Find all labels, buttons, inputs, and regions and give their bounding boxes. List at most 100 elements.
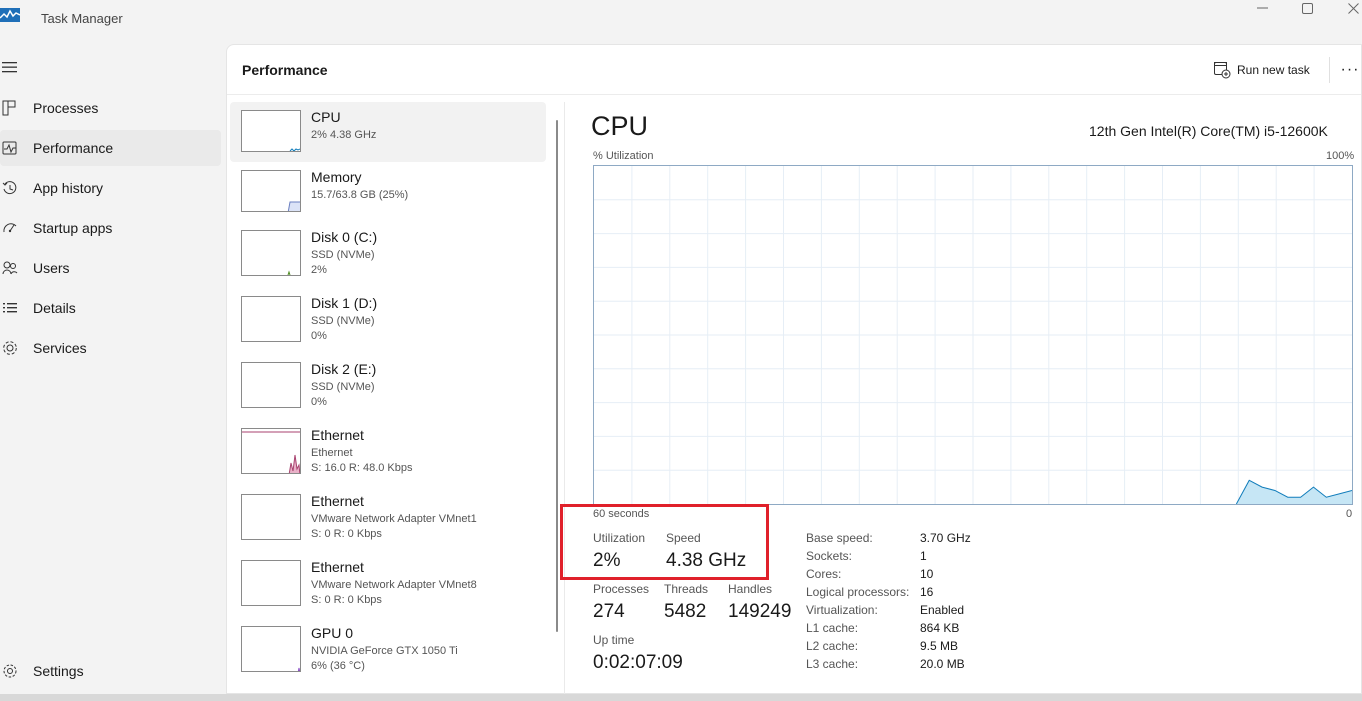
resource-detail: SSD (NVMe)	[311, 315, 375, 327]
memory-mini-graph	[287, 201, 300, 211]
main-panel: Performance Run new task ··· CPU 2% 4.38…	[226, 44, 1362, 694]
max-axis-label: 100%	[1326, 150, 1355, 162]
cpu-mini-graph	[289, 148, 300, 151]
resource-detail: 15.7/63.8 GB (25%)	[311, 189, 409, 201]
resource-name: Ethernet	[311, 493, 364, 509]
more-options-button[interactable]: ···	[1339, 59, 1361, 81]
minimize-button[interactable]	[1239, 0, 1285, 16]
resource-item-cpu[interactable]: CPU 2% 4.38 GHz	[230, 102, 546, 162]
spec-key: L2 cache:	[806, 639, 859, 653]
resource-value: S: 0 R: 0 Kbps	[311, 528, 382, 540]
spec-value: 9.5 MB	[920, 639, 959, 653]
nav-item-processes[interactable]: Processes	[0, 90, 221, 126]
app-title: Task Manager	[41, 11, 123, 26]
title-bar: Task Manager	[0, 0, 1362, 40]
resource-item-gpu-0[interactable]: GPU 0 NVIDIA GeForce GTX 1050 Ti 6% (36 …	[230, 618, 546, 678]
spec-value: 10	[920, 567, 934, 581]
nav-item-performance[interactable]: Performance	[0, 130, 221, 166]
uptime-label: Up time	[593, 633, 635, 647]
ethernet-thumbnail-graph	[241, 428, 301, 474]
nav-item-services[interactable]: Services	[0, 330, 221, 366]
gpu-mini-graph	[297, 667, 300, 671]
cpu-utilization-graph	[593, 165, 1353, 505]
resource-item-ethernet[interactable]: Ethernet Ethernet S: 16.0 R: 48.0 Kbps	[230, 420, 546, 480]
nav-item-settings[interactable]: Settings	[0, 653, 221, 689]
gpu-thumbnail-graph	[241, 626, 301, 672]
nav-item-label: Users	[33, 260, 70, 276]
spec-key: Sockets:	[806, 549, 853, 563]
spec-key: Virtualization:	[806, 603, 878, 617]
maximize-button[interactable]	[1284, 0, 1330, 16]
close-button[interactable]	[1330, 0, 1362, 16]
spec-key: Base speed:	[806, 531, 873, 545]
resource-item-disk-0[interactable]: Disk 0 (C:) SSD (NVMe) 2%	[230, 222, 546, 282]
utilization-axis-label: % Utilization	[593, 150, 654, 162]
cpu-graph-svg	[594, 166, 1353, 505]
gear-icon	[3, 664, 17, 678]
resource-item-ethernet-vmnet1[interactable]: Ethernet VMware Network Adapter VMnet1 S…	[230, 486, 546, 546]
nav-item-details[interactable]: Details	[0, 290, 221, 326]
memory-thumbnail-graph	[241, 170, 301, 212]
resource-name: GPU 0	[311, 625, 354, 641]
resource-detail: SSD (NVMe)	[311, 249, 375, 261]
run-new-task-button[interactable]: Run new task	[1213, 59, 1310, 81]
resource-value: 2%	[311, 264, 327, 276]
resource-name: Ethernet	[311, 427, 364, 443]
startup-icon	[3, 223, 17, 233]
close-icon	[1347, 2, 1359, 14]
spec-key: L3 cache:	[806, 657, 859, 671]
resource-detail: VMware Network Adapter VMnet1	[311, 513, 477, 525]
processes-label: Processes	[593, 582, 650, 596]
taskbar-edge	[0, 694, 1362, 701]
handles-label: Handles	[728, 582, 773, 596]
resource-item-disk-2[interactable]: Disk 2 (E:) SSD (NVMe) 0%	[230, 354, 546, 414]
nav-item-app-history[interactable]: App history	[0, 170, 221, 206]
resource-detail: VMware Network Adapter VMnet8	[311, 579, 477, 591]
cpu-model-name: 12th Gen Intel(R) Core(TM) i5-12600K	[1089, 123, 1328, 139]
details-icon	[3, 303, 17, 313]
threads-value: 5482	[664, 601, 707, 622]
utilization-area	[1236, 480, 1352, 504]
performance-icon	[2, 141, 17, 155]
spec-value: 20.0 MB	[920, 657, 965, 671]
resource-detail: SSD (NVMe)	[311, 381, 375, 393]
nav-item-label: Startup apps	[33, 220, 113, 236]
more-options-icon: ···	[1340, 61, 1360, 78]
nav-item-label: Details	[33, 300, 76, 316]
resource-detail: Ethernet	[311, 447, 353, 459]
highlight-annotation	[560, 504, 769, 580]
disk0-mini-graph	[287, 270, 291, 275]
spec-value: 1	[920, 549, 927, 563]
resource-item-disk-1[interactable]: Disk 1 (D:) SSD (NVMe) 0%	[230, 288, 546, 348]
resource-name: Memory	[311, 169, 362, 185]
vmnet1-thumbnail-graph	[241, 494, 301, 540]
processes-icon	[2, 100, 16, 116]
processes-value: 274	[593, 601, 625, 622]
threads-label: Threads	[664, 582, 709, 596]
spec-value: 3.70 GHz	[920, 531, 971, 545]
resource-name: CPU	[311, 109, 341, 125]
vmnet8-thumbnail-graph	[241, 560, 301, 606]
resource-value: S: 16.0 R: 48.0 Kbps	[311, 462, 413, 474]
panel-divider	[564, 102, 565, 694]
hamburger-menu-icon[interactable]	[2, 59, 20, 75]
resource-name: Disk 1 (D:)	[311, 295, 378, 311]
resource-detail: NVIDIA GeForce GTX 1050 Ti	[311, 645, 458, 657]
nav-item-startup-apps[interactable]: Startup apps	[0, 210, 221, 246]
page-title: Performance	[242, 62, 328, 78]
resource-list: CPU 2% 4.38 GHz Memory 15.7/63.8 GB (25%…	[230, 102, 550, 692]
disk1-thumbnail-graph	[241, 296, 301, 342]
resource-item-ethernet-vmnet8[interactable]: Ethernet VMware Network Adapter VMnet8 S…	[230, 552, 546, 612]
run-task-icon	[1214, 62, 1231, 79]
spec-value: Enabled	[920, 603, 965, 617]
nav-item-users[interactable]: Users	[0, 250, 221, 286]
nav-item-label: Processes	[33, 100, 99, 116]
resource-item-memory[interactable]: Memory 15.7/63.8 GB (25%)	[230, 162, 546, 222]
uptime-value: 0:02:07:09	[593, 652, 683, 673]
spec-value: 864 KB	[920, 621, 960, 635]
disk2-thumbnail-graph	[241, 362, 301, 408]
nav-item-label: App history	[33, 180, 104, 196]
history-icon	[2, 181, 17, 195]
resource-list-scrollbar[interactable]	[556, 120, 558, 632]
disk0-thumbnail-graph	[241, 230, 301, 276]
